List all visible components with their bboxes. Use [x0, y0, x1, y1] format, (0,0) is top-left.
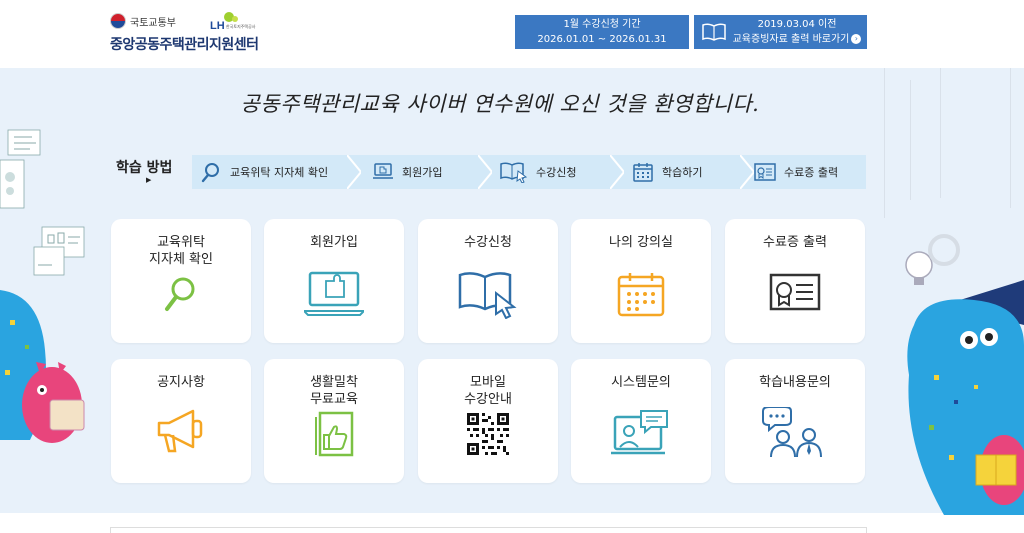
- card-title: 나의 강의실: [609, 235, 673, 250]
- card-title: 교육위탁 지자체 확인: [149, 235, 213, 267]
- search-icon: [165, 277, 195, 311]
- enrollment-period-button[interactable]: 1월 수강신청 기간 2026.01.01 ~ 2026.01.31: [515, 15, 689, 49]
- site-header: 국토교통부 LH 한국토지주택공사 중앙공동주택관리지원센터 1월 수강신청 기…: [0, 0, 1024, 68]
- monitor-chat-icon: [611, 410, 668, 455]
- card-notice[interactable]: 공지사항: [111, 359, 251, 483]
- card-certificate[interactable]: 수료증 출력: [725, 219, 865, 343]
- deco-line: [884, 68, 885, 218]
- legacy-certificate-label: 교육증빙자료 출력 바로가기: [732, 34, 850, 45]
- card-enroll[interactable]: 수강신청: [418, 219, 558, 343]
- book-cursor-icon: [500, 162, 528, 183]
- bottom-panel-edge: [110, 527, 867, 533]
- calendar-icon: [633, 163, 653, 182]
- card-my-classroom[interactable]: 나의 강의실: [571, 219, 711, 343]
- qr-code-icon[interactable]: [467, 413, 509, 455]
- megaphone-icon: [157, 409, 203, 453]
- legacy-certificate-button[interactable]: 2019.03.04 이전 교육증빙자료 출력 바로가기 ›: [694, 15, 867, 49]
- laptop-puzzle-icon: [304, 271, 364, 316]
- card-title: 수강신청: [464, 235, 512, 250]
- study-method-label: 학습 방법 ▶: [116, 160, 173, 184]
- book-icon: [702, 23, 726, 41]
- card-title: 모바일 수강안내: [464, 375, 512, 407]
- card-system-inquiry[interactable]: 시스템문의: [571, 359, 711, 483]
- ministry-name: 국토교통부: [130, 18, 176, 29]
- people-chat-icon: [762, 407, 822, 458]
- card-region-check[interactable]: 교육위탁 지자체 확인: [111, 219, 251, 343]
- calendar-icon: [617, 273, 665, 317]
- taeguk-emblem-icon: [110, 13, 126, 29]
- chevron-right-icon: [347, 155, 361, 189]
- documents-illustration: [0, 129, 41, 209]
- mascot-left-illustration: [0, 290, 85, 443]
- step-certificate[interactable]: 수료증 출력: [754, 155, 838, 189]
- study-steps-bar: 교육위탁 지자체 확인 회원가입 수강신청 학습하기 수료증 출력: [192, 155, 866, 189]
- card-title: 학습내용문의: [759, 375, 831, 390]
- deco-line: [910, 80, 911, 200]
- welcome-message: 공동주택관리교육 사이버 연수원에 오신 것을 환영합니다.: [240, 92, 760, 116]
- card-signup[interactable]: 회원가입: [264, 219, 404, 343]
- card-mobile-guide[interactable]: 모바일 수강안내: [418, 359, 558, 483]
- card-free-education[interactable]: 생활밀착 무료교육: [264, 359, 404, 483]
- center-name: 중앙공동주택관리지원센터: [110, 37, 259, 53]
- card-content-inquiry[interactable]: 학습내용문의: [725, 359, 865, 483]
- search-icon: [201, 163, 219, 183]
- triangle-right-icon: ▶: [146, 176, 152, 184]
- card-title: 회원가입: [310, 235, 358, 250]
- step-signup[interactable]: 회원가입: [372, 155, 442, 189]
- book-cursor-icon: [458, 272, 517, 319]
- deco-line: [940, 68, 941, 198]
- mascot-right-illustration: [905, 234, 1024, 515]
- card-title: 시스템문의: [611, 375, 671, 390]
- chart-paper-illustration: [33, 226, 85, 276]
- legacy-certificate-date: 2019.03.04 이전: [757, 19, 837, 30]
- laptop-puzzle-icon: [373, 163, 393, 179]
- enrollment-period-dates: 2026.01.01 ~ 2026.01.31: [537, 34, 667, 45]
- certificate-icon: [754, 163, 776, 181]
- chevron-right-icon: [478, 155, 492, 189]
- step-study[interactable]: 학습하기: [632, 155, 702, 189]
- chevron-right-icon: [740, 155, 754, 189]
- chevron-right-icon: [610, 155, 624, 189]
- card-title: 생활밀착 무료교육: [310, 375, 358, 407]
- arrow-right-icon: ›: [851, 34, 862, 44]
- book-thumbs-up-icon: [315, 411, 354, 457]
- card-title: 수료증 출력: [763, 235, 827, 250]
- deco-line: [1010, 68, 1011, 208]
- step-enroll[interactable]: 수강신청: [500, 155, 576, 189]
- card-title: 공지사항: [157, 375, 205, 390]
- site-logo[interactable]: 국토교통부 LH 한국토지주택공사 중앙공동주택관리지원센터: [110, 12, 270, 56]
- step-region-check[interactable]: 교육위탁 지자체 확인: [200, 155, 328, 189]
- lh-logo: LH 한국토지주택공사: [210, 12, 260, 32]
- certificate-icon: [769, 273, 821, 311]
- enrollment-period-title: 1월 수강신청 기간: [563, 19, 641, 30]
